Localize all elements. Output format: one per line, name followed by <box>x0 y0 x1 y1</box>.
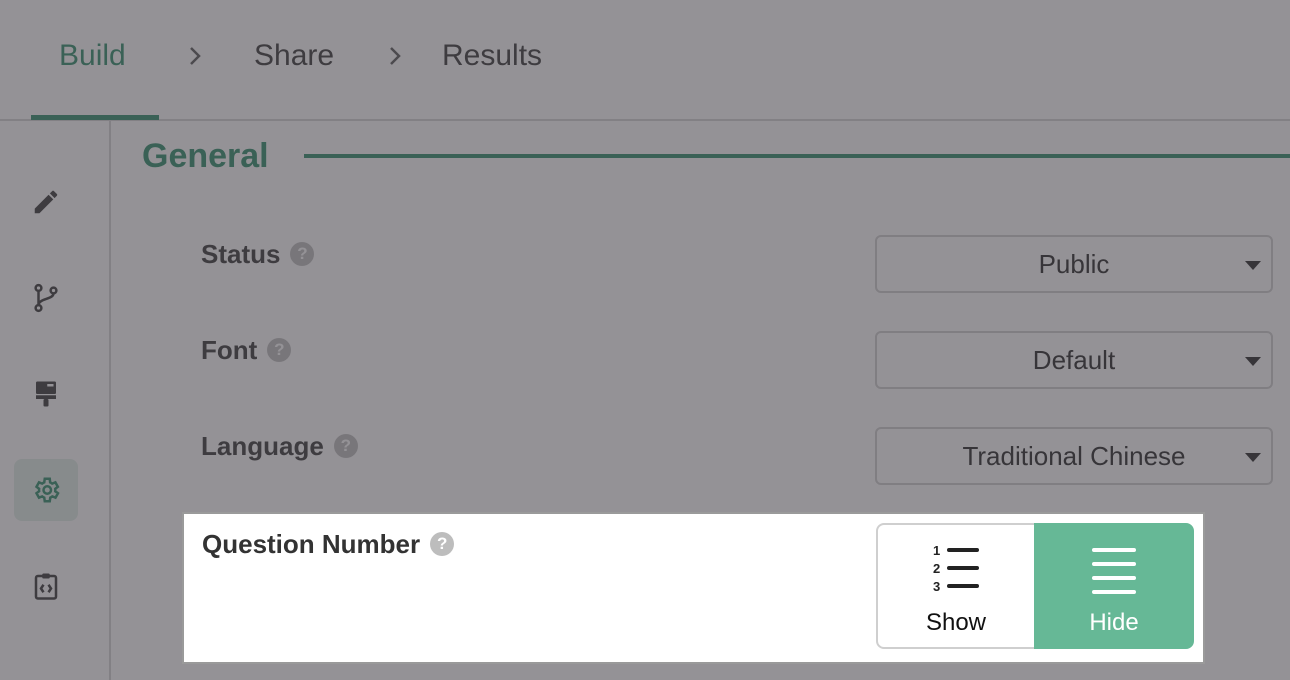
language-label-text: Language <box>201 431 324 461</box>
status-label: Status? <box>201 238 315 270</box>
language-select[interactable]: Traditional Chinese <box>875 427 1273 485</box>
question-number-label-text: Question Number <box>202 529 421 559</box>
rail-edit-button[interactable] <box>14 171 78 233</box>
font-label: Font? <box>201 334 292 366</box>
font-select-value: Default <box>1032 345 1116 375</box>
help-icon[interactable]: ? <box>430 532 455 557</box>
status-label-text: Status <box>201 239 281 269</box>
status-select[interactable]: Public <box>875 235 1273 293</box>
gear-icon <box>34 477 60 503</box>
numbered-list-icon: 1 2 3 <box>933 543 979 594</box>
paint-brush-icon <box>36 381 56 407</box>
hide-option-label: Hide <box>1089 609 1139 636</box>
rail-design-button[interactable] <box>14 363 78 425</box>
svg-text:2: 2 <box>933 561 940 576</box>
caret-down-icon <box>1245 261 1261 270</box>
language-label: Language? <box>201 430 358 462</box>
status-select-value: Public <box>1038 249 1110 279</box>
question-number-card: Question Number? 1 2 3 Show Hide <box>182 512 1205 664</box>
svg-text:3: 3 <box>933 579 940 594</box>
rail-embed-button[interactable] <box>14 555 78 617</box>
list-icon <box>1092 548 1136 594</box>
caret-down-icon <box>1245 357 1261 366</box>
rail-settings-button[interactable] <box>14 459 78 521</box>
branch-icon <box>34 283 58 313</box>
svg-text:1: 1 <box>933 543 940 558</box>
caret-down-icon <box>1245 453 1261 462</box>
question-number-hide-option[interactable]: Hide <box>1034 523 1194 649</box>
rail-logic-button[interactable] <box>14 267 78 329</box>
section-title: General <box>142 137 269 175</box>
tab-build[interactable]: Build <box>59 38 126 74</box>
font-select[interactable]: Default <box>875 331 1273 389</box>
question-number-toggle: 1 2 3 Show Hide <box>876 523 1196 649</box>
tab-share[interactable]: Share <box>254 38 334 74</box>
tab-results[interactable]: Results <box>442 38 542 74</box>
code-clipboard-icon <box>34 573 58 600</box>
help-icon[interactable]: ? <box>267 338 292 363</box>
chevron-right-icon <box>190 47 201 65</box>
help-icon[interactable]: ? <box>333 434 358 459</box>
question-number-label: Question Number? <box>202 528 455 560</box>
help-icon[interactable]: ? <box>290 242 315 267</box>
left-rail <box>0 121 111 680</box>
font-label-text: Font <box>201 335 258 365</box>
pencil-icon <box>34 190 58 214</box>
top-nav: Build Share Results <box>0 0 1290 121</box>
language-select-value: Traditional Chinese <box>962 441 1186 471</box>
show-option-label: Show <box>925 609 987 636</box>
active-tab-indicator <box>31 115 159 120</box>
question-number-show-option[interactable]: 1 2 3 Show <box>876 523 1036 649</box>
chevron-right-icon <box>390 47 401 65</box>
section-divider <box>304 154 1290 158</box>
